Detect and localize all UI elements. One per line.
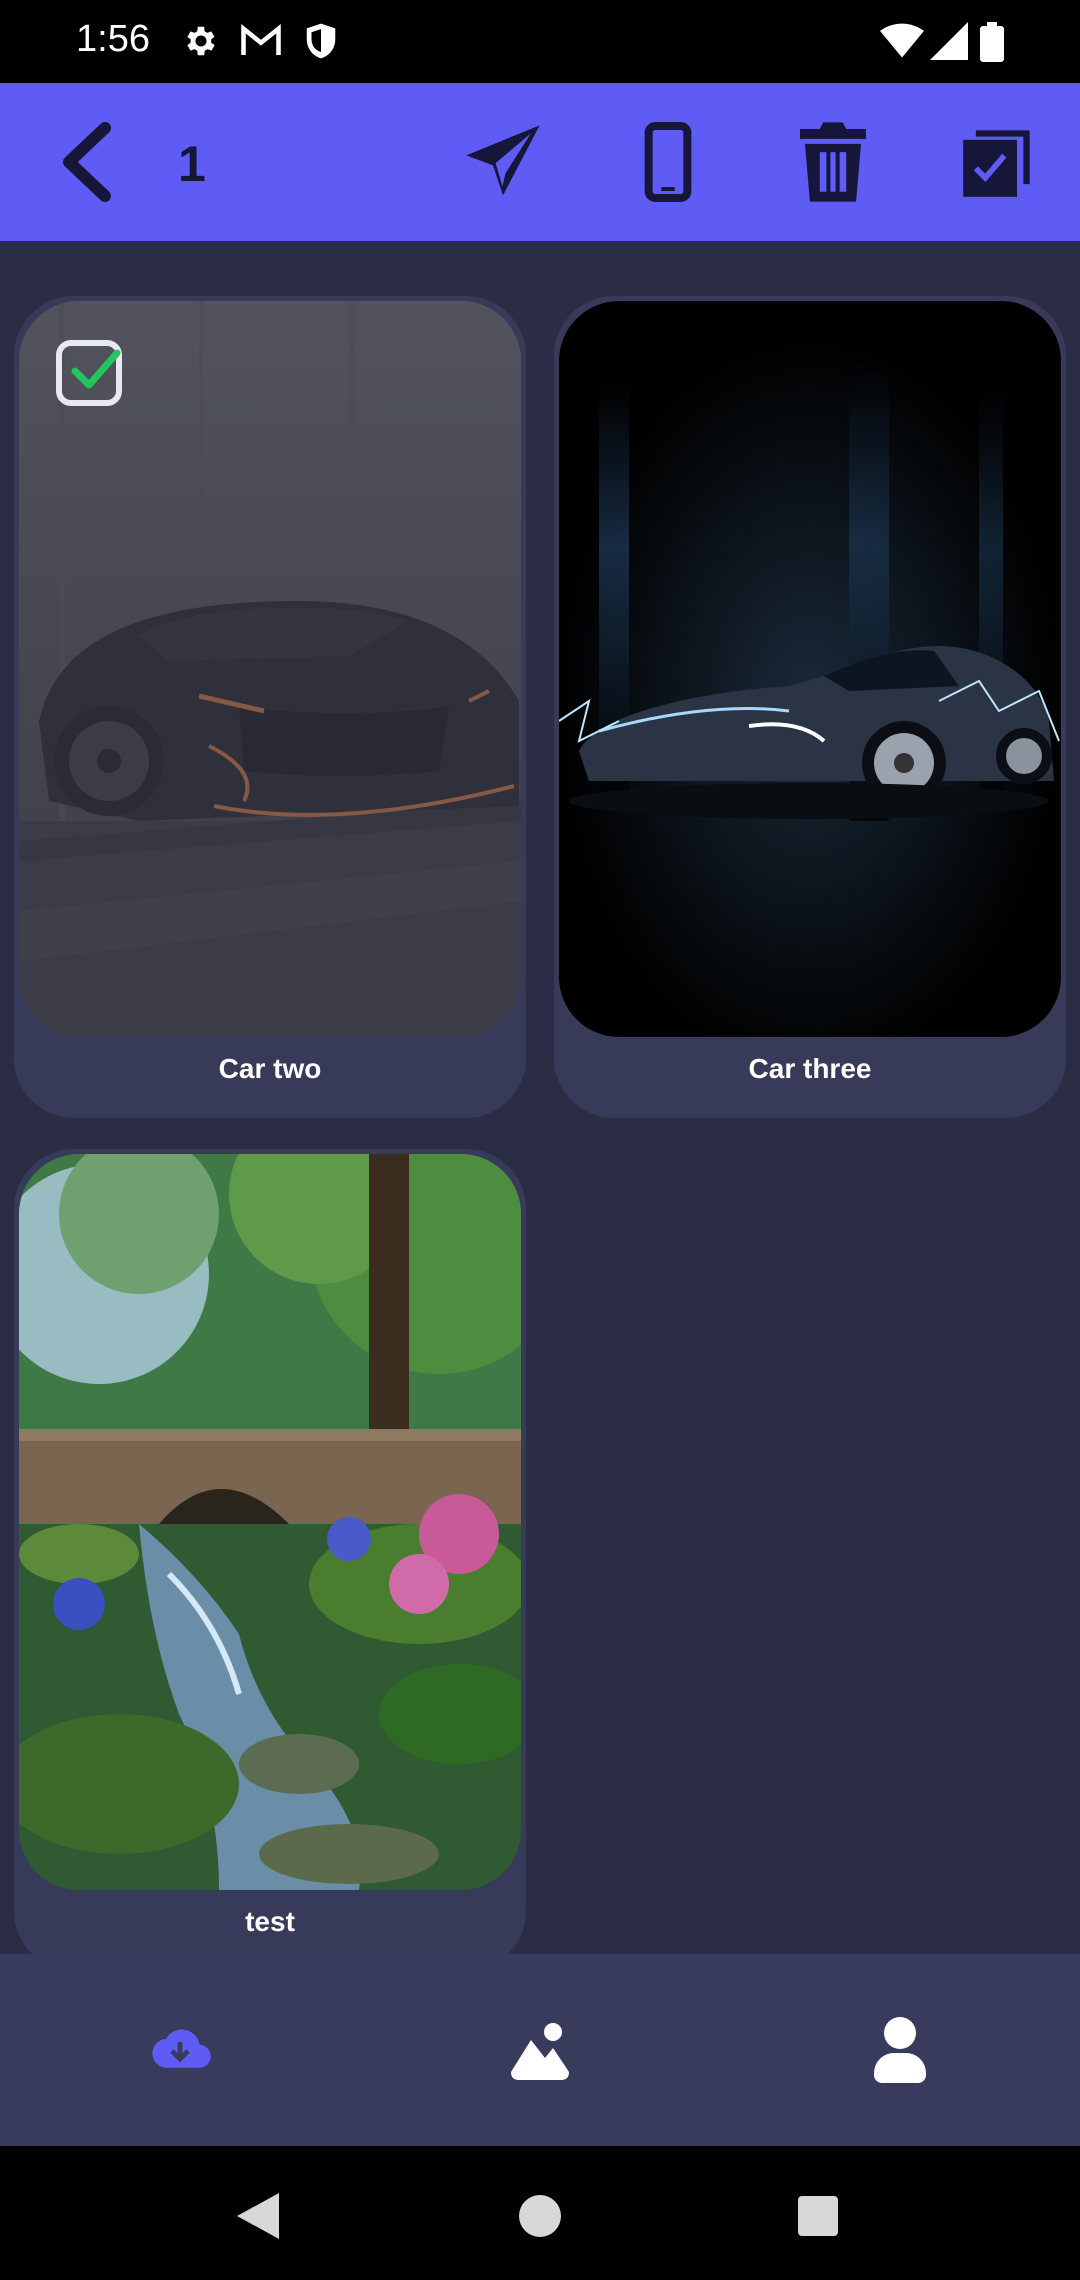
cloud-download-icon <box>152 2029 211 2068</box>
checkbox-checked-icon[interactable] <box>55 337 127 409</box>
system-navigation-bar <box>0 2146 1080 2280</box>
wallpaper-thumbnail <box>19 1154 521 1890</box>
back-icon <box>63 122 111 202</box>
set-wallpaper-button[interactable] <box>620 83 715 241</box>
wallpaper-card[interactable]: Car three <box>554 296 1066 1118</box>
nav-profile[interactable] <box>720 1954 1080 2146</box>
status-bar: 1:56 <box>0 0 1080 83</box>
wallpaper-title: test <box>245 1906 295 1937</box>
system-recents-button[interactable] <box>778 2176 858 2256</box>
battery-icon <box>980 22 1004 67</box>
settings-icon <box>182 22 220 65</box>
phone-icon <box>644 122 691 202</box>
select-all-icon <box>962 130 1030 197</box>
wallpaper-thumbnail <box>559 301 1061 1037</box>
wallpaper-grid: Car two Car three test <box>0 241 1080 1954</box>
delete-icon <box>799 122 866 202</box>
nav-downloads[interactable] <box>0 1954 360 2146</box>
triangle-back-icon <box>237 2193 279 2239</box>
system-back-button[interactable] <box>218 2176 298 2256</box>
wallpaper-card[interactable]: test <box>14 1149 526 1954</box>
person-icon <box>874 2017 926 2083</box>
send-button[interactable] <box>455 83 550 241</box>
gmail-icon <box>240 22 282 65</box>
delete-button[interactable] <box>785 83 880 241</box>
wallpaper-card[interactable]: Car two <box>14 296 526 1118</box>
system-home-button[interactable] <box>500 2176 580 2256</box>
select-all-button[interactable] <box>950 83 1045 241</box>
bottom-navigation <box>0 1954 1080 2146</box>
signal-icon <box>930 22 968 65</box>
nav-gallery[interactable] <box>360 1954 720 2146</box>
back-button[interactable] <box>40 83 130 241</box>
selection-overlay <box>19 301 521 1037</box>
selected-count: 1 <box>178 136 206 192</box>
send-icon <box>465 125 540 196</box>
wallpaper-title: Car three <box>748 1053 872 1084</box>
shield-icon <box>304 22 338 65</box>
selection-toolbar: 1 <box>0 83 1080 241</box>
status-time: 1:56 <box>76 18 150 60</box>
circle-home-icon <box>519 2195 561 2237</box>
wallpaper-title: Car two <box>218 1053 322 1084</box>
wallpaper-thumbnail <box>19 301 521 1037</box>
square-recents-icon <box>798 2196 838 2236</box>
wifi-icon <box>880 22 924 65</box>
landscape-icon <box>511 2023 569 2080</box>
